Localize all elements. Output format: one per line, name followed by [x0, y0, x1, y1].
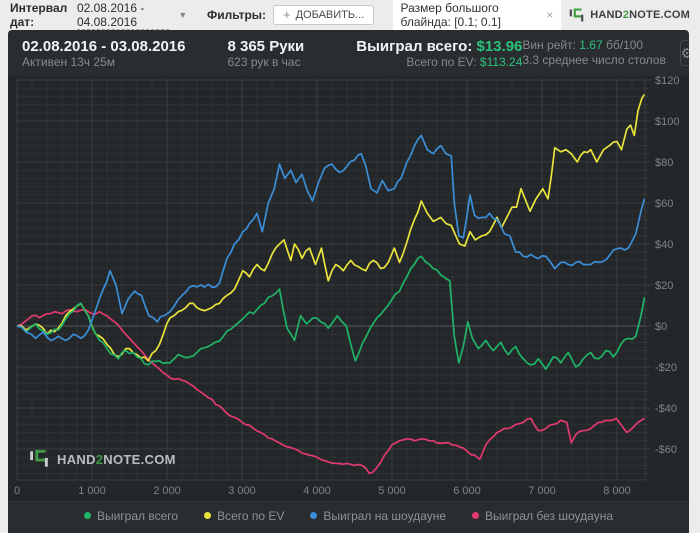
winnings-block: Выиграл всего: $13.96 Всего по EV: $113.…: [356, 38, 522, 70]
y-axis-label: $80: [655, 157, 673, 169]
y-axis-label: $120: [655, 76, 679, 87]
hands-per-hour: 623 рук в час: [227, 55, 301, 69]
legend-dot: [83, 512, 91, 519]
legend-item-0[interactable]: Выиграл всего: [83, 508, 179, 523]
x-axis-label: 2 000: [153, 485, 181, 497]
session-date-range: 02.08.2016 - 03.08.2016: [22, 38, 186, 55]
add-filter-button[interactable]: + ДОБАВИТЬ...: [273, 5, 375, 25]
ev-total-line: Всего по EV: $113.24: [406, 55, 523, 69]
hand2note-logo-text: HAND2NOTE.COM: [590, 9, 691, 21]
hand2note-logo-icon: [569, 7, 584, 21]
x-axis-label: 8 000: [603, 485, 631, 497]
ev-total-value: $113.24: [479, 55, 523, 69]
y-axis-label: -$40: [655, 403, 677, 415]
legend-item-3[interactable]: Выиграл без шоудауна: [472, 509, 613, 523]
top-toolbar: Интервал дат: 02.08.2016 - 04.08.2016 ▼ …: [0, 0, 700, 33]
won-total-line: Выиграл всего: $13.96: [356, 38, 523, 55]
x-axis-label: 6 000: [453, 485, 481, 497]
hand2note-watermark-text: HAND2NOTE.COM: [57, 451, 176, 467]
hands-total: 8 365 Руки: [227, 38, 305, 55]
x-axis-label: 0: [14, 485, 20, 497]
session-active-time: Активен 13ч 25м: [22, 55, 115, 69]
filters-label: Фильтры:: [207, 8, 267, 22]
legend-item-1[interactable]: Всего по EV: [204, 509, 284, 523]
winrate-value: 1.67: [579, 38, 603, 52]
legend-dot: [472, 512, 480, 519]
settings-button[interactable]: ⚙: [679, 40, 689, 66]
y-axis-label: $40: [655, 239, 673, 251]
session-panel: 02.08.2016 - 03.08.2016 Активен 13ч 25м …: [8, 30, 689, 533]
hand2note-logo[interactable]: HAND2NOTE.COM: [568, 7, 690, 24]
big-blind-filter-chip[interactable]: Размер большого блайнда: [0.1; 0.1] ×: [392, 0, 562, 33]
legend-label: Выиграл на шоудауне: [323, 508, 447, 523]
close-icon[interactable]: ×: [546, 8, 553, 22]
chart-canvas[interactable]: $120 $100 $80 $60 $40 $20 $0 -$20 -$40 -$60 0 1 000…: [8, 75, 689, 501]
plus-icon: +: [283, 7, 291, 22]
x-axis-label: 5 000: [378, 485, 406, 497]
hand2note-watermark-icon: [30, 449, 48, 467]
chevron-down-icon[interactable]: ▼: [178, 10, 187, 20]
legend-label: Всего по EV: [217, 508, 285, 523]
avg-tables: 3.3 среднее число столов: [522, 53, 666, 67]
chart-watermark: HAND2NOTE.COM: [28, 448, 176, 470]
winrate-line: Вин рейт: 1.67 бб/100: [522, 38, 644, 52]
y-axis-label: -$20: [655, 362, 677, 374]
legend-label: Выиграл всего: [96, 508, 179, 523]
winnings-chart: $120 $100 $80 $60 $40 $20 $0 -$20 -$40 -$60 0 1 000…: [8, 75, 689, 501]
session-dates-block: 02.08.2016 - 03.08.2016 Активен 13ч 25м: [22, 38, 185, 70]
legend-label: Выиграл без шоудауна: [485, 508, 614, 523]
x-axis-label: 3 000: [228, 485, 256, 497]
date-interval-selector[interactable]: 02.08.2016 - 04.08.2016: [76, 0, 170, 30]
legend-dot: [204, 512, 212, 519]
y-axis-label: $100: [655, 116, 679, 128]
hands-block: 8 365 Руки 623 рук в час: [227, 38, 304, 70]
y-axis-label: -$60: [655, 444, 677, 456]
y-axis-label: $20: [655, 280, 673, 292]
date-interval-value: 02.08.2016 - 04.08.2016: [76, 0, 145, 29]
y-axis-label: $0: [655, 321, 667, 333]
won-total-value: $13.96: [476, 38, 523, 55]
x-axis-label: 1 000: [78, 485, 106, 497]
x-axis-label: 4 000: [303, 485, 331, 497]
x-axis-label: 7 000: [528, 485, 556, 497]
legend-dot: [310, 512, 318, 519]
session-header: 02.08.2016 - 03.08.2016 Активен 13ч 25м …: [8, 30, 689, 76]
y-axis-label: $60: [655, 198, 673, 210]
date-interval-label: Интервал дат:: [10, 1, 68, 29]
gear-icon: ⚙: [680, 44, 689, 61]
winrate-block: Вин рейт: 1.67 бб/100 3.3 среднее число …: [522, 38, 665, 68]
chart-legend: Выиграл всего Всего по EV Выиграл на шоуда…: [8, 501, 689, 529]
legend-item-2[interactable]: Выиграл на шоудауне: [310, 509, 446, 523]
